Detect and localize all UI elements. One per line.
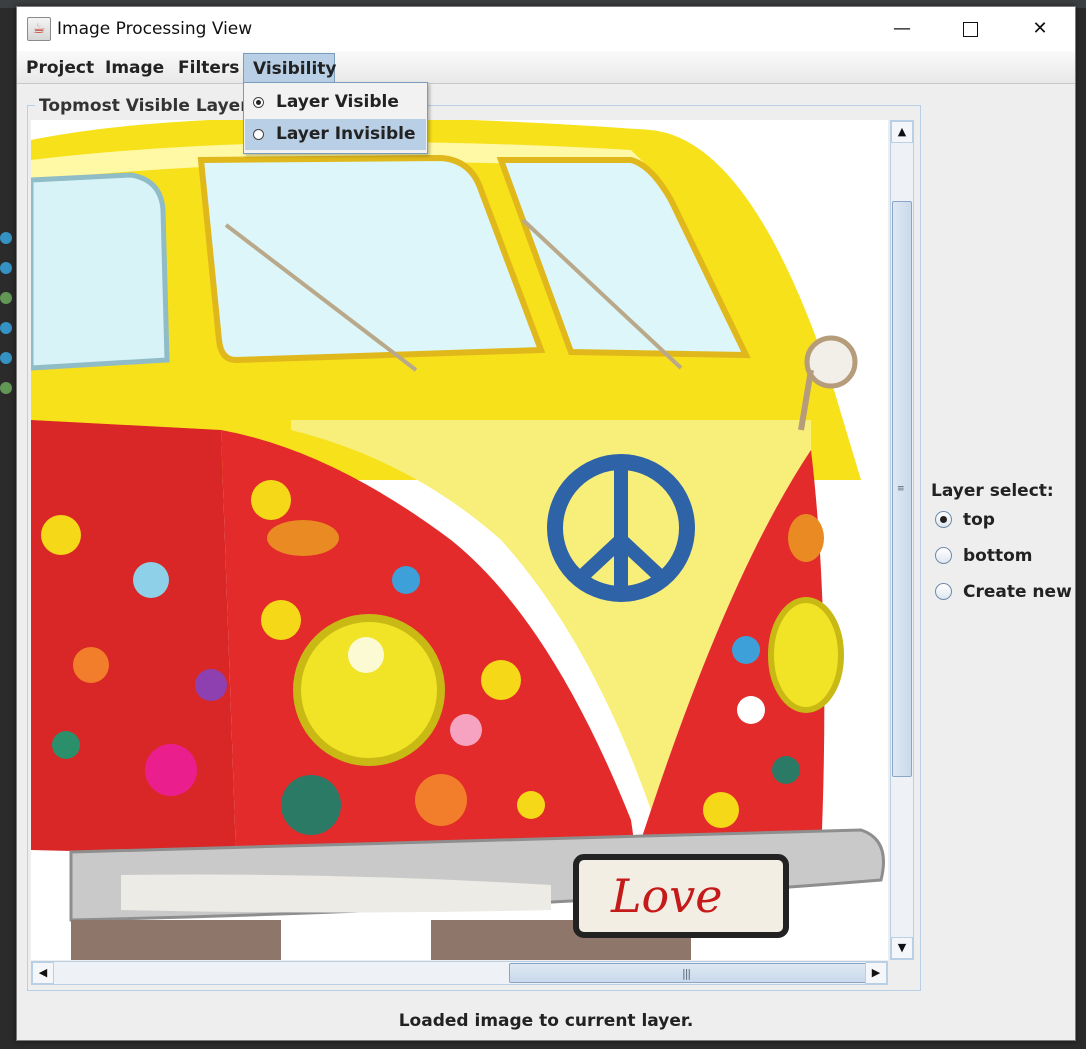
minimize-button[interactable]: — [879,13,925,45]
side-mirror [804,335,858,389]
license-plate-text: Love [610,869,722,923]
radio-unselected-icon [253,129,264,140]
layer-radio-label: Create new [963,582,1072,602]
menu-item-layer-visible[interactable]: Layer Visible [245,87,426,118]
menu-bar: Project Image Filters Visibility [17,51,1075,84]
minimize-icon: — [893,18,911,39]
title-bar: ☕ Image Processing View — ✕ [17,7,1075,51]
menu-item-label: Layer Invisible [276,124,416,144]
ide-class-icon [0,232,12,244]
menu-filters[interactable]: Filters [169,53,248,83]
ide-class-icon [0,352,12,364]
arrow-left-icon: ◀ [38,966,48,979]
wheel-left [71,920,281,960]
close-icon: ✕ [1032,18,1048,39]
indicator-right [788,514,824,562]
horizontal-scrollbar[interactable]: ◀ ||| ▶ [31,961,888,985]
layer-image: Love [31,120,888,960]
vertical-scrollbar[interactable]: ▲ ≡ ▼ [890,120,914,960]
bus-window-left [31,172,170,371]
radio-unselected-icon [935,547,952,564]
headlight-right [768,597,844,713]
radio-unselected-icon [935,583,952,600]
radio-selected-icon [253,97,264,108]
bus-red-left-panel [31,420,236,855]
layer-panel-title: Topmost Visible Layer [35,96,253,116]
horizontal-scroll-thumb[interactable]: ||| [509,963,867,983]
arrow-right-icon: ▶ [871,966,881,979]
scroll-left-button[interactable]: ◀ [32,962,54,984]
ide-interface-icon [0,382,12,394]
menu-image[interactable]: Image [96,53,173,83]
vertical-scroll-thumb[interactable]: ≡ [892,201,912,777]
ide-interface-icon [0,292,12,304]
scroll-right-button[interactable]: ▶ [865,962,887,984]
menu-item-label: Layer Visible [276,92,399,112]
scroll-down-button[interactable]: ▼ [891,937,913,959]
menu-visibility[interactable]: Visibility [243,53,337,83]
close-button[interactable]: ✕ [1017,13,1063,45]
grip-icon: ≡ [897,484,905,494]
ide-class-icon [0,322,12,334]
maximize-icon [962,21,978,37]
radio-selected-icon [935,511,952,528]
java-app-icon: ☕ [27,17,51,41]
app-window: ☕ Image Processing View — ✕ Project Imag… [16,6,1076,1041]
indicator-left [267,520,339,556]
image-viewport[interactable]: Love [31,120,888,960]
window-title: Image Processing View [57,19,253,39]
ide-class-icon [0,262,12,274]
headlight-left-shine [348,637,384,673]
layer-radio-label: bottom [963,546,1033,566]
grip-icon: ||| [682,967,691,980]
layer-select-title: Layer select: [931,481,1054,501]
scroll-up-button[interactable]: ▲ [891,121,913,143]
arrow-down-icon: ▼ [897,941,907,954]
maximize-button[interactable] [947,13,993,45]
menu-project[interactable]: Project [17,53,103,83]
layer-radio-label: top [963,510,995,530]
menu-item-layer-invisible[interactable]: Layer Invisible [245,119,426,150]
status-message: Loaded image to current layer. [398,1011,694,1031]
arrow-up-icon: ▲ [897,125,907,138]
visibility-dropdown-menu: Layer Visible Layer Invisible [243,82,428,154]
